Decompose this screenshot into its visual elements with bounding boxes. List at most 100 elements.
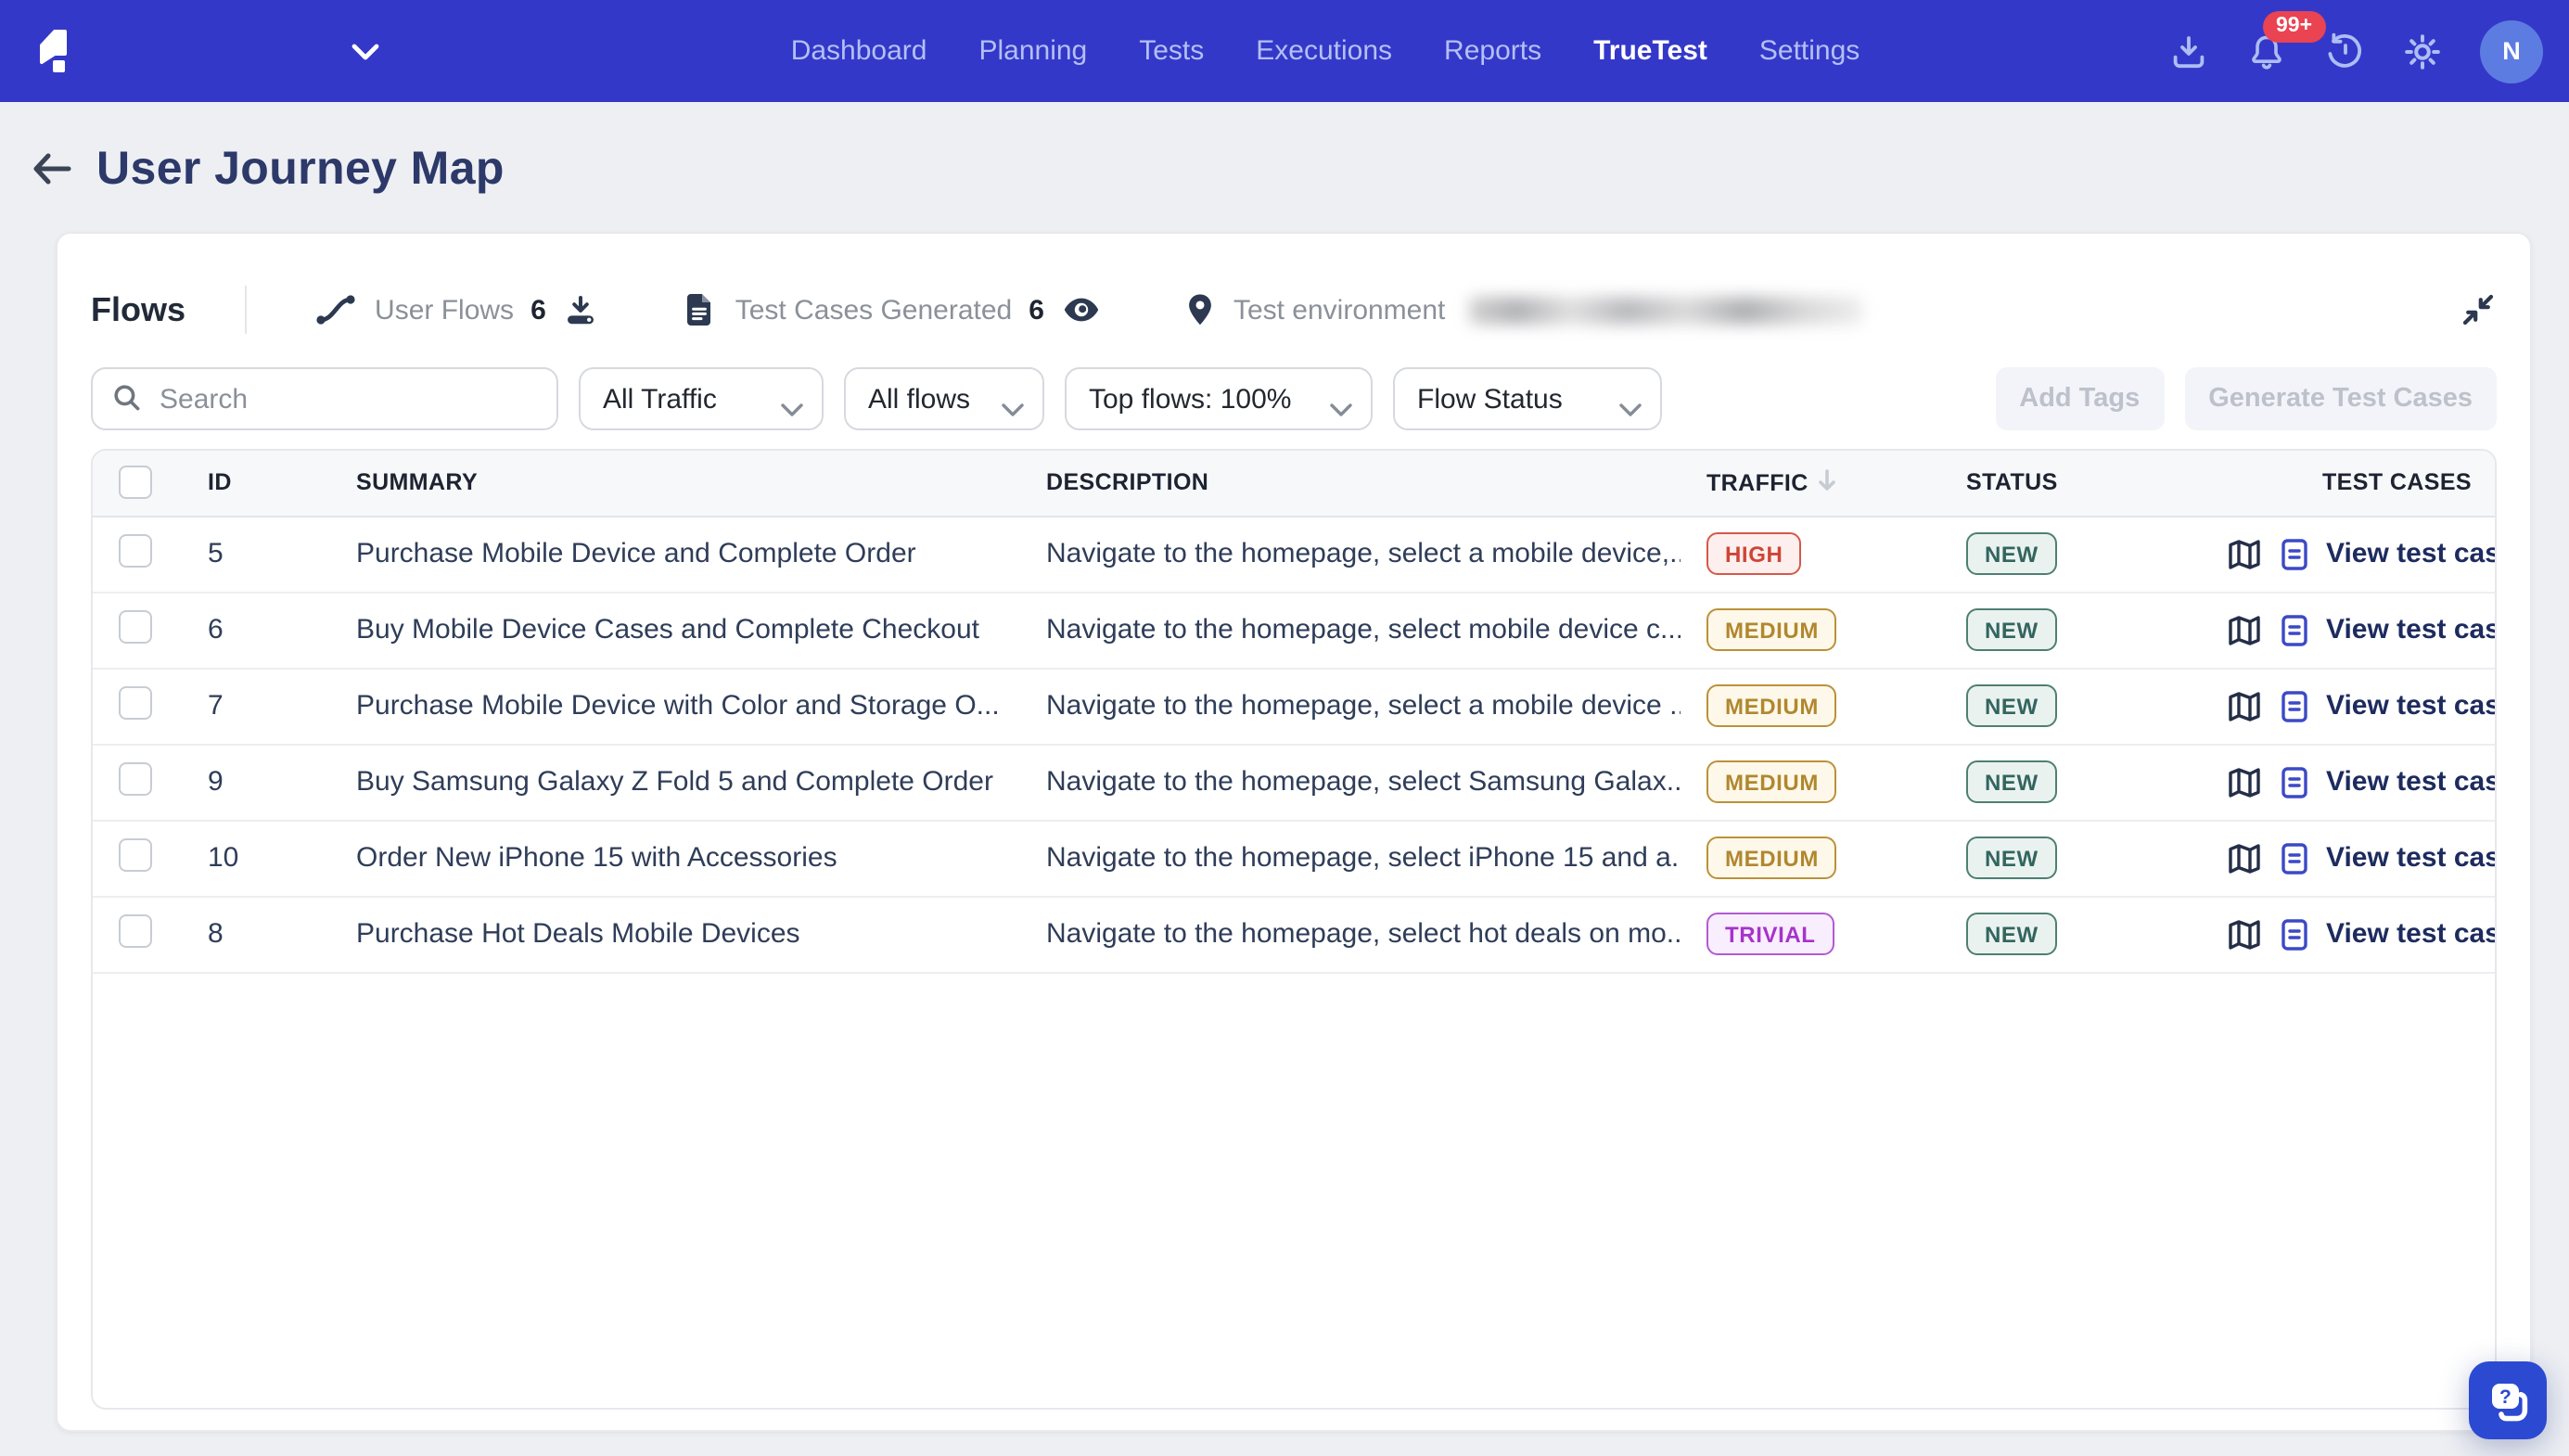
row-summary: Purchase Hot Deals Mobile Devices [356,918,800,950]
view-test-case-link[interactable]: View test case [2326,538,2495,569]
test-case-doc-icon[interactable] [2280,689,2309,722]
row-summary: Purchase Mobile Device and Complete Orde… [356,538,916,569]
row-id: 5 [208,538,224,569]
row-checkbox[interactable] [119,761,152,795]
user-flows-count: 6 [530,294,546,326]
settings-gear-button[interactable] [2402,31,2443,71]
row-description: Navigate to the homepage, select Samsung… [1046,766,1681,798]
row-checkbox[interactable] [119,609,152,643]
traffic-badge: MEDIUM [1706,684,1837,727]
test-cases-stat: Test Cases Generated 6 [682,289,1102,330]
top-flows-filter-dropdown[interactable]: Top flows: 100% [1065,367,1373,430]
row-description: Navigate to the homepage, select a mobil… [1046,690,1681,722]
status-badge: NEW [1966,913,2057,955]
flow-status-filter-dropdown[interactable]: Flow Status [1393,367,1662,430]
generate-test-cases-button[interactable]: Generate Test Cases [2184,367,2497,430]
journey-map-icon[interactable] [2226,613,2263,646]
app-root: Dashboard Planning Tests Executions Reports T… [0,0,2569,1456]
project-switcher-chevron-icon[interactable] [351,42,380,60]
view-test-case-link[interactable]: View test case [2326,614,2495,645]
chevron-down-icon [781,393,803,425]
flows-filter-dropdown[interactable]: All flows [844,367,1044,430]
traffic-filter-dropdown[interactable]: All Traffic [579,367,824,430]
top-flows-filter-value: Top flows: 100% [1089,383,1291,415]
history-icon [2324,31,2365,71]
flows-filter-value: All flows [868,383,970,415]
nav-reports[interactable]: Reports [1444,35,1541,67]
status-badge: NEW [1966,532,2057,575]
search-input[interactable] [91,367,558,430]
nav-executions[interactable]: Executions [1256,35,1392,67]
notifications-button[interactable]: 99+ [2246,31,2287,71]
table-row: 7 Purchase Mobile Device with Color and … [93,668,2495,744]
preview-test-cases-button[interactable] [1061,289,1102,330]
download-flows-button[interactable] [563,291,600,328]
journey-map-icon[interactable] [2226,537,2263,570]
add-tags-button[interactable]: Add Tags [1995,367,2164,430]
test-case-doc-icon[interactable] [2280,537,2309,570]
row-id: 8 [208,918,224,950]
collapse-panel-button[interactable] [2460,291,2497,328]
test-case-doc-icon[interactable] [2280,613,2309,646]
location-pin-icon [1183,291,1217,328]
row-checkbox[interactable] [119,913,152,947]
help-chat-icon: ? [2485,1377,2531,1424]
user-flows-label: User Flows [375,294,514,326]
select-all-checkbox[interactable] [119,466,152,499]
flows-heading: Flows [91,290,185,329]
table-row: 9 Buy Samsung Galaxy Z Fold 5 and Comple… [93,744,2495,820]
nav-truetest[interactable]: TrueTest [1593,35,1707,67]
status-badge: NEW [1966,760,2057,803]
col-description: DESCRIPTION [1020,451,1681,516]
journey-map-icon[interactable] [2226,917,2263,951]
user-flows-stat: User Flows 6 [313,291,600,328]
chevron-down-icon [1619,393,1642,425]
row-id: 10 [208,842,238,874]
topbar: Dashboard Planning Tests Executions Reports T… [0,0,2569,102]
traffic-badge: HIGH [1706,532,1801,575]
status-badge: NEW [1966,684,2057,727]
topbar-actions: 99+ N [2168,19,2543,83]
help-chat-button[interactable]: ? [2469,1361,2547,1439]
row-checkbox[interactable] [119,685,152,719]
screen-root: { "topbar": { "nav": [ {"label": "Dashbo… [0,0,2569,1456]
nav-planning[interactable]: Planning [978,35,1087,67]
row-id: 7 [208,690,224,722]
download-report-button[interactable] [2168,31,2209,71]
nav-tests[interactable]: Tests [1139,35,1204,67]
document-icon [682,291,719,328]
nav-settings[interactable]: Settings [1759,35,1860,67]
app-logo-icon[interactable] [37,28,69,74]
avatar[interactable]: N [2480,19,2543,83]
journey-map-icon[interactable] [2226,841,2263,875]
panel-header: Flows User Flows 6 Test Cases Gener [91,271,2497,349]
col-id: ID [182,451,330,516]
view-test-case-link[interactable]: View test case [2326,918,2495,950]
flow-status-filter-value: Flow Status [1417,383,1563,415]
journey-map-icon[interactable] [2226,689,2263,722]
col-traffic[interactable]: TRAFFIC [1681,451,1940,516]
environment-url-redacted [1469,296,1862,324]
status-badge: NEW [1966,608,2057,651]
test-case-doc-icon[interactable] [2280,765,2309,798]
test-case-doc-icon[interactable] [2280,917,2309,951]
row-checkbox[interactable] [119,837,152,871]
view-test-case-link[interactable]: View test case [2326,690,2495,722]
view-test-case-link[interactable]: View test case [2326,766,2495,798]
view-test-case-link[interactable]: View test case [2326,842,2495,874]
row-checkbox[interactable] [119,533,152,567]
row-summary: Buy Mobile Device Cases and Complete Che… [356,614,979,645]
journey-map-icon[interactable] [2226,765,2263,798]
nav-dashboard[interactable]: Dashboard [791,35,927,67]
row-description: Navigate to the homepage, select iPhone … [1046,842,1681,874]
download-filled-icon [563,291,600,328]
col-status: STATUS [1940,451,2215,516]
back-button[interactable] [30,150,72,187]
gear-icon [2402,31,2443,71]
table-row: 10 Order New iPhone 15 with Accessories … [93,820,2495,896]
table-row: 5 Purchase Mobile Device and Complete Or… [93,516,2495,592]
row-summary: Purchase Mobile Device with Color and St… [356,690,1000,722]
history-button[interactable] [2324,31,2365,71]
test-case-doc-icon[interactable] [2280,841,2309,875]
traffic-filter-value: All Traffic [603,383,717,415]
